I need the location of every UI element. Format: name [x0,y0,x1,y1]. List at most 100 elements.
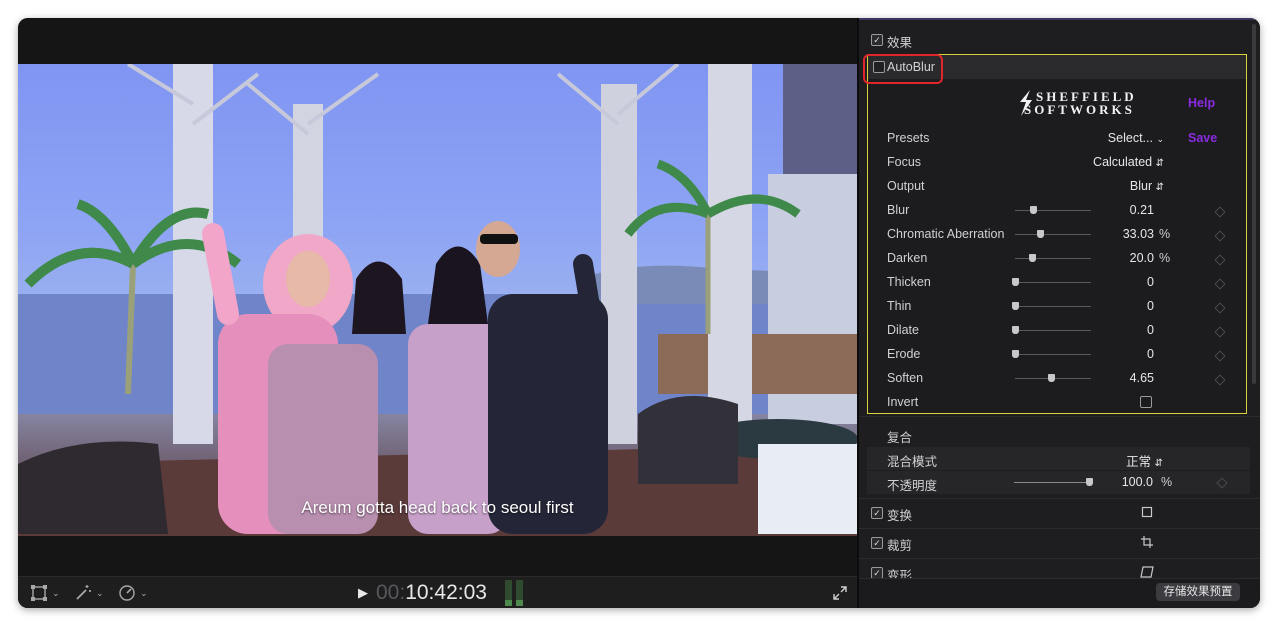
transform-checkbox[interactable]: ✓ [871,507,883,519]
autoblur-plugin-box: AutoBlur SHEFFIELD SOFTWORKS Help Preset… [867,54,1247,414]
distort-label: 变形 [887,569,913,578]
timecode-prefix: 00: [376,581,406,604]
updown-chevron-icon: ⇵ [1154,458,1163,469]
param-slider[interactable] [1015,258,1091,259]
param-row-thin: Thin 0 [868,299,1246,321]
opacity-slider[interactable] [1014,482,1090,483]
effects-label: 效果 [887,36,913,50]
magic-wand-icon [76,585,91,600]
blend-mode-value: 正常 [1126,455,1152,469]
keyframe-icon[interactable] [1214,374,1226,386]
transform-tool-button[interactable]: ⌄ [30,583,60,603]
blend-mode-dropdown[interactable]: 正常 ⇵ [1067,451,1163,470]
opacity-label: 不透明度 [887,479,938,493]
chevron-down-icon: ⌄ [96,587,104,598]
param-slider-knob[interactable] [1037,230,1045,238]
param-slider[interactable] [1015,354,1091,355]
inspector-top-edge [859,18,1260,20]
keyframe-icon[interactable] [1214,278,1226,290]
param-unit: % [1159,227,1171,241]
help-link[interactable]: Help [1188,96,1215,110]
param-label: Thicken [887,275,931,289]
transform-box-icon[interactable] [1141,506,1153,518]
effects-checkbox[interactable]: ✓ [871,34,883,46]
crop-icon[interactable] [1141,536,1153,548]
autoblur-highlight-box [863,54,943,84]
param-value[interactable]: 33.03 [1098,227,1154,241]
param-slider-knob[interactable] [1012,278,1019,286]
output-dropdown[interactable]: Blur ⇵ [1068,179,1164,193]
viewer-panel: Areum gotta head back to seoul first ⌄ ⌄ [18,18,857,608]
keyframe-icon[interactable] [1214,254,1226,266]
param-slider-knob[interactable] [1012,302,1019,310]
param-row-blur: Blur 0.21 [868,203,1246,225]
fullscreen-button[interactable] [833,583,847,603]
param-row-chromatic-aberration: Chromatic Aberration 33.03% [868,227,1246,249]
retime-tool-button[interactable]: ⌄ [118,583,148,603]
opacity-keyframe-icon[interactable] [1216,477,1228,489]
param-slider[interactable] [1015,330,1091,331]
transform-label: 变换 [887,509,913,523]
timecode-display[interactable]: ▶ 00: 10:42:03 [358,581,487,605]
separator [859,558,1260,559]
section-row-crop[interactable]: ✓ 裁剪 [859,532,1260,554]
inspector-scrollbar[interactable] [1252,24,1256,384]
param-value[interactable]: 0 [1098,347,1154,361]
presets-dropdown[interactable]: Select... ⌄ [1068,131,1164,145]
param-value[interactable]: 0 [1098,323,1154,337]
section-row-distort[interactable]: ✓ 变形 [859,562,1260,578]
param-label: Dilate [887,323,919,337]
focus-dropdown[interactable]: Calculated ⇵ [1068,155,1164,169]
separator [859,528,1260,529]
blend-mode-label: 混合模式 [887,455,938,469]
updown-chevron-icon: ⇵ [1155,182,1164,193]
param-slider[interactable] [1015,306,1091,307]
keyframe-icon[interactable] [1214,206,1226,218]
audio-meter [505,580,525,606]
enhance-tool-button[interactable]: ⌄ [74,583,104,603]
distort-icon[interactable] [1140,566,1154,578]
distort-checkbox[interactable]: ✓ [871,567,883,578]
output-value: Blur [1129,179,1153,193]
param-value[interactable]: 0.21 [1098,203,1154,217]
crop-checkbox[interactable]: ✓ [871,537,883,549]
presets-label: Presets [887,131,930,145]
opacity-row: 不透明度 100.0 % [867,471,1250,494]
play-icon[interactable]: ▶ [358,585,368,601]
chevron-down-icon: ⌄ [1156,134,1164,144]
param-slider-knob[interactable] [1012,350,1019,358]
save-link[interactable]: Save [1188,131,1217,145]
param-row-soften: Soften 4.65 [868,371,1246,393]
keyframe-icon[interactable] [1214,350,1226,362]
crop-label: 裁剪 [887,539,913,553]
opacity-unit: % [1161,475,1173,489]
video-scene [18,64,857,536]
param-slider[interactable] [1015,210,1091,211]
section-row-transform[interactable]: ✓ 变换 [859,502,1260,524]
param-slider[interactable] [1015,234,1091,235]
focus-label: Focus [887,155,922,169]
param-value[interactable]: 0 [1098,299,1154,313]
param-slider-knob[interactable] [1028,254,1036,262]
opacity-slider-knob[interactable] [1086,478,1093,486]
param-label: Chromatic Aberration [887,227,1005,241]
param-row-thicken: Thicken 0 [868,275,1246,297]
keyframe-icon[interactable] [1214,302,1226,314]
param-slider-knob[interactable] [1030,206,1038,214]
param-value[interactable]: 20.0 [1098,251,1154,265]
save-effects-preset-button[interactable]: 存储效果预置 [1156,583,1240,601]
timecode-value: 10:42:03 [405,581,487,604]
invert-checkbox[interactable] [1140,396,1152,408]
updown-chevron-icon: ⇵ [1155,158,1164,169]
param-slider[interactable] [1015,282,1091,283]
param-value[interactable]: 0 [1098,275,1154,289]
keyframe-icon[interactable] [1214,230,1226,242]
keyframe-icon[interactable] [1214,326,1226,338]
param-value[interactable]: 4.65 [1098,371,1154,385]
inspector-panel: ✓ 效果 AutoBlur SHEFFIELD SOFTWORKS Help P… [859,18,1260,608]
param-slider-knob[interactable] [1047,374,1055,382]
opacity-value[interactable]: 100.0 [1097,475,1153,489]
param-slider-knob[interactable] [1012,326,1019,334]
subtitle-text: Areum gotta head back to seoul first [301,498,574,517]
param-row-dilate: Dilate 0 [868,323,1246,345]
